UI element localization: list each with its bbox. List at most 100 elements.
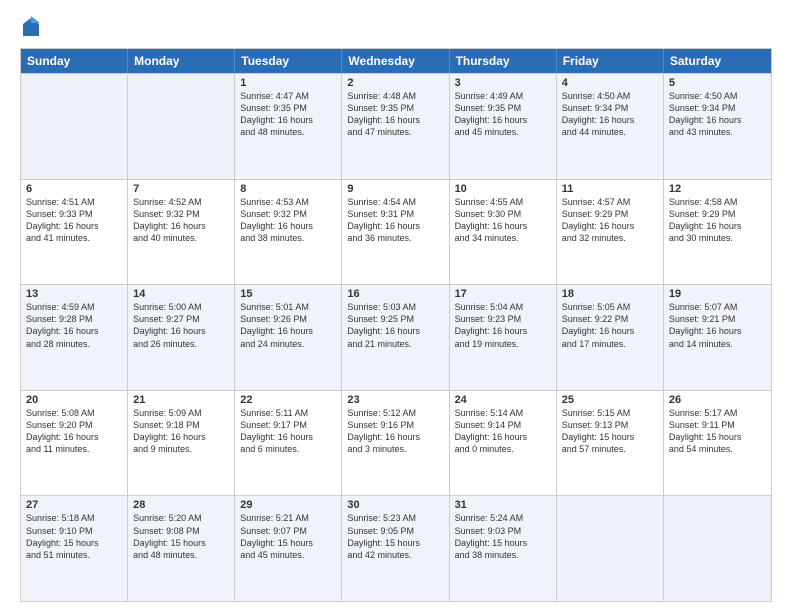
calendar-cell: 5Sunrise: 4:50 AMSunset: 9:34 PMDaylight… xyxy=(664,74,771,179)
day-number: 2 xyxy=(347,77,443,89)
day-number: 23 xyxy=(347,394,443,406)
calendar-body: 1Sunrise: 4:47 AMSunset: 9:35 PMDaylight… xyxy=(21,73,771,601)
cell-detail: Sunrise: 5:21 AMSunset: 9:07 PMDaylight:… xyxy=(240,512,336,561)
cell-detail: Sunrise: 5:17 AMSunset: 9:11 PMDaylight:… xyxy=(669,407,766,456)
calendar-header-cell: Tuesday xyxy=(235,49,342,73)
day-number: 19 xyxy=(669,288,766,300)
cell-detail: Sunrise: 4:50 AMSunset: 9:34 PMDaylight:… xyxy=(562,90,658,139)
day-number: 24 xyxy=(455,394,551,406)
day-number: 27 xyxy=(26,499,122,511)
cell-detail: Sunrise: 5:00 AMSunset: 9:27 PMDaylight:… xyxy=(133,301,229,350)
day-number: 10 xyxy=(455,183,551,195)
calendar-cell: 16Sunrise: 5:03 AMSunset: 9:25 PMDayligh… xyxy=(342,285,449,390)
cell-detail: Sunrise: 5:20 AMSunset: 9:08 PMDaylight:… xyxy=(133,512,229,561)
calendar-row: 6Sunrise: 4:51 AMSunset: 9:33 PMDaylight… xyxy=(21,179,771,285)
calendar-cell: 2Sunrise: 4:48 AMSunset: 9:35 PMDaylight… xyxy=(342,74,449,179)
calendar-cell: 26Sunrise: 5:17 AMSunset: 9:11 PMDayligh… xyxy=(664,391,771,496)
calendar-row: 20Sunrise: 5:08 AMSunset: 9:20 PMDayligh… xyxy=(21,390,771,496)
cell-detail: Sunrise: 5:15 AMSunset: 9:13 PMDaylight:… xyxy=(562,407,658,456)
calendar-cell xyxy=(664,496,771,601)
day-number: 20 xyxy=(26,394,122,406)
day-number: 13 xyxy=(26,288,122,300)
cell-detail: Sunrise: 5:11 AMSunset: 9:17 PMDaylight:… xyxy=(240,407,336,456)
calendar-cell xyxy=(21,74,128,179)
cell-detail: Sunrise: 4:47 AMSunset: 9:35 PMDaylight:… xyxy=(240,90,336,139)
calendar-cell: 7Sunrise: 4:52 AMSunset: 9:32 PMDaylight… xyxy=(128,180,235,285)
cell-detail: Sunrise: 5:14 AMSunset: 9:14 PMDaylight:… xyxy=(455,407,551,456)
day-number: 18 xyxy=(562,288,658,300)
calendar-header-cell: Friday xyxy=(557,49,664,73)
day-number: 25 xyxy=(562,394,658,406)
cell-detail: Sunrise: 5:03 AMSunset: 9:25 PMDaylight:… xyxy=(347,301,443,350)
calendar-row: 27Sunrise: 5:18 AMSunset: 9:10 PMDayligh… xyxy=(21,495,771,601)
day-number: 15 xyxy=(240,288,336,300)
calendar-header-cell: Thursday xyxy=(450,49,557,73)
cell-detail: Sunrise: 4:58 AMSunset: 9:29 PMDaylight:… xyxy=(669,196,766,245)
cell-detail: Sunrise: 4:54 AMSunset: 9:31 PMDaylight:… xyxy=(347,196,443,245)
calendar-cell: 19Sunrise: 5:07 AMSunset: 9:21 PMDayligh… xyxy=(664,285,771,390)
calendar-cell: 20Sunrise: 5:08 AMSunset: 9:20 PMDayligh… xyxy=(21,391,128,496)
logo xyxy=(20,16,40,38)
day-number: 29 xyxy=(240,499,336,511)
calendar-cell: 25Sunrise: 5:15 AMSunset: 9:13 PMDayligh… xyxy=(557,391,664,496)
calendar-cell: 12Sunrise: 4:58 AMSunset: 9:29 PMDayligh… xyxy=(664,180,771,285)
calendar-cell: 31Sunrise: 5:24 AMSunset: 9:03 PMDayligh… xyxy=(450,496,557,601)
cell-detail: Sunrise: 4:52 AMSunset: 9:32 PMDaylight:… xyxy=(133,196,229,245)
day-number: 3 xyxy=(455,77,551,89)
day-number: 11 xyxy=(562,183,658,195)
calendar-cell: 24Sunrise: 5:14 AMSunset: 9:14 PMDayligh… xyxy=(450,391,557,496)
cell-detail: Sunrise: 4:51 AMSunset: 9:33 PMDaylight:… xyxy=(26,196,122,245)
calendar-cell: 10Sunrise: 4:55 AMSunset: 9:30 PMDayligh… xyxy=(450,180,557,285)
calendar-cell: 11Sunrise: 4:57 AMSunset: 9:29 PMDayligh… xyxy=(557,180,664,285)
calendar-header-cell: Sunday xyxy=(21,49,128,73)
day-number: 12 xyxy=(669,183,766,195)
calendar-cell xyxy=(557,496,664,601)
calendar-cell: 30Sunrise: 5:23 AMSunset: 9:05 PMDayligh… xyxy=(342,496,449,601)
cell-detail: Sunrise: 4:49 AMSunset: 9:35 PMDaylight:… xyxy=(455,90,551,139)
cell-detail: Sunrise: 4:55 AMSunset: 9:30 PMDaylight:… xyxy=(455,196,551,245)
calendar-cell: 13Sunrise: 4:59 AMSunset: 9:28 PMDayligh… xyxy=(21,285,128,390)
day-number: 16 xyxy=(347,288,443,300)
day-number: 8 xyxy=(240,183,336,195)
calendar-cell: 15Sunrise: 5:01 AMSunset: 9:26 PMDayligh… xyxy=(235,285,342,390)
calendar-cell: 17Sunrise: 5:04 AMSunset: 9:23 PMDayligh… xyxy=(450,285,557,390)
cell-detail: Sunrise: 5:08 AMSunset: 9:20 PMDaylight:… xyxy=(26,407,122,456)
day-number: 17 xyxy=(455,288,551,300)
day-number: 22 xyxy=(240,394,336,406)
calendar-cell: 27Sunrise: 5:18 AMSunset: 9:10 PMDayligh… xyxy=(21,496,128,601)
cell-detail: Sunrise: 4:57 AMSunset: 9:29 PMDaylight:… xyxy=(562,196,658,245)
calendar-cell: 23Sunrise: 5:12 AMSunset: 9:16 PMDayligh… xyxy=(342,391,449,496)
day-number: 9 xyxy=(347,183,443,195)
calendar-cell: 18Sunrise: 5:05 AMSunset: 9:22 PMDayligh… xyxy=(557,285,664,390)
calendar-cell: 3Sunrise: 4:49 AMSunset: 9:35 PMDaylight… xyxy=(450,74,557,179)
header xyxy=(20,16,772,38)
cell-detail: Sunrise: 5:07 AMSunset: 9:21 PMDaylight:… xyxy=(669,301,766,350)
day-number: 31 xyxy=(455,499,551,511)
cell-detail: Sunrise: 5:01 AMSunset: 9:26 PMDaylight:… xyxy=(240,301,336,350)
cell-detail: Sunrise: 5:09 AMSunset: 9:18 PMDaylight:… xyxy=(133,407,229,456)
day-number: 6 xyxy=(26,183,122,195)
calendar-cell: 28Sunrise: 5:20 AMSunset: 9:08 PMDayligh… xyxy=(128,496,235,601)
calendar-cell: 14Sunrise: 5:00 AMSunset: 9:27 PMDayligh… xyxy=(128,285,235,390)
calendar-row: 1Sunrise: 4:47 AMSunset: 9:35 PMDaylight… xyxy=(21,73,771,179)
cell-detail: Sunrise: 5:04 AMSunset: 9:23 PMDaylight:… xyxy=(455,301,551,350)
calendar-cell: 21Sunrise: 5:09 AMSunset: 9:18 PMDayligh… xyxy=(128,391,235,496)
cell-detail: Sunrise: 5:05 AMSunset: 9:22 PMDaylight:… xyxy=(562,301,658,350)
day-number: 28 xyxy=(133,499,229,511)
cell-detail: Sunrise: 4:48 AMSunset: 9:35 PMDaylight:… xyxy=(347,90,443,139)
calendar-cell: 9Sunrise: 4:54 AMSunset: 9:31 PMDaylight… xyxy=(342,180,449,285)
day-number: 1 xyxy=(240,77,336,89)
day-number: 14 xyxy=(133,288,229,300)
calendar-header-cell: Wednesday xyxy=(342,49,449,73)
calendar-cell: 1Sunrise: 4:47 AMSunset: 9:35 PMDaylight… xyxy=(235,74,342,179)
page: SundayMondayTuesdayWednesdayThursdayFrid… xyxy=(0,0,792,612)
calendar-cell: 22Sunrise: 5:11 AMSunset: 9:17 PMDayligh… xyxy=(235,391,342,496)
calendar-header-row: SundayMondayTuesdayWednesdayThursdayFrid… xyxy=(21,49,771,73)
cell-detail: Sunrise: 4:59 AMSunset: 9:28 PMDaylight:… xyxy=(26,301,122,350)
calendar-cell: 8Sunrise: 4:53 AMSunset: 9:32 PMDaylight… xyxy=(235,180,342,285)
calendar-cell xyxy=(128,74,235,179)
day-number: 7 xyxy=(133,183,229,195)
day-number: 5 xyxy=(669,77,766,89)
cell-detail: Sunrise: 4:50 AMSunset: 9:34 PMDaylight:… xyxy=(669,90,766,139)
cell-detail: Sunrise: 5:12 AMSunset: 9:16 PMDaylight:… xyxy=(347,407,443,456)
